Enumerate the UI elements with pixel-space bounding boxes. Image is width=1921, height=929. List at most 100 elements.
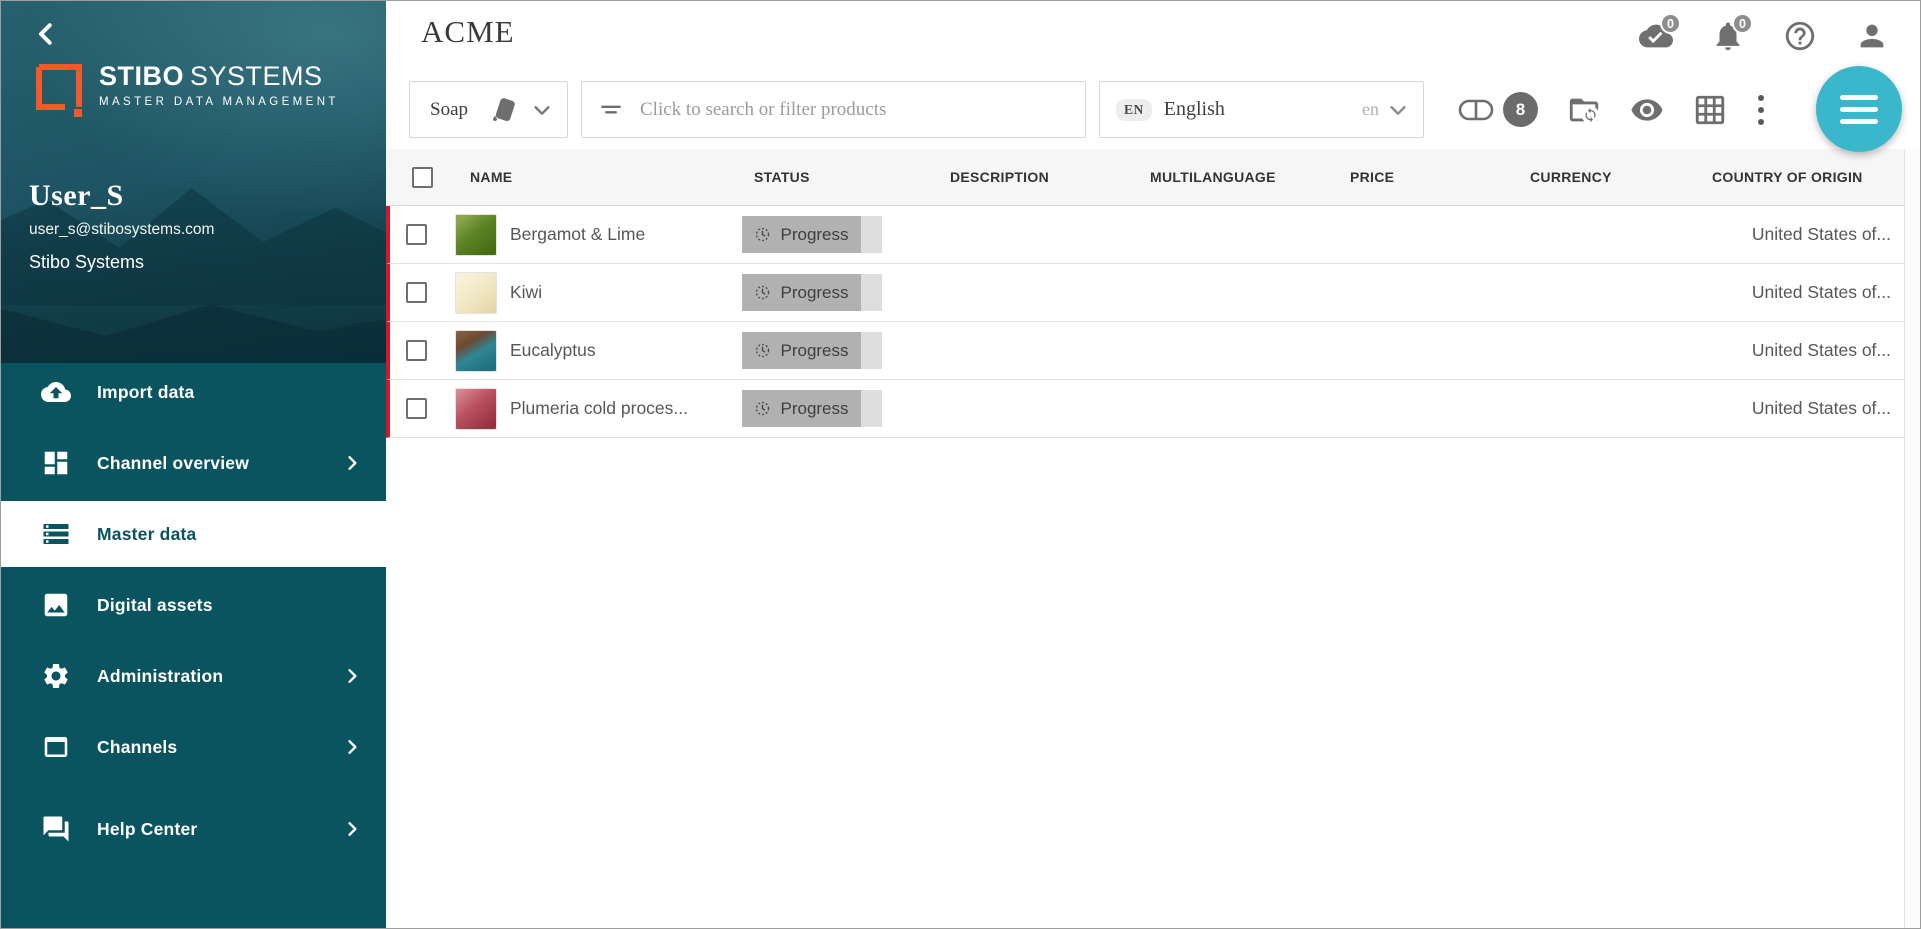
country-cell: United States of... <box>1751 282 1891 302</box>
select-all-cell <box>390 166 442 188</box>
sidebar-item-label: Digital assets <box>97 594 213 615</box>
language-code: en <box>1362 99 1379 119</box>
clock-icon <box>756 401 770 416</box>
help-icon <box>1785 21 1815 51</box>
clock-icon <box>756 227 770 242</box>
status-label: Progress <box>780 224 849 244</box>
row-checkbox[interactable] <box>405 398 427 419</box>
toolbar: Soap EN English en <box>409 81 1920 138</box>
table-row[interactable]: Kiwi Progress United States of... <box>386 264 1904 322</box>
status-label: Progress <box>780 340 849 360</box>
app-window: STIBO SYSTEMS MASTER DATA MANAGEMENT User… <box>0 0 1921 929</box>
language-name: English <box>1163 98 1225 120</box>
basket-count-badge: 8 <box>1503 92 1538 127</box>
cloud-upload-icon <box>41 377 71 407</box>
table-row[interactable]: Bergamot & Lime Progress United States o… <box>386 206 1904 264</box>
column-header-status[interactable]: STATUS <box>729 169 937 185</box>
sidebar-item-channel-overview[interactable]: Channel overview <box>1 434 386 492</box>
hamburger-icon <box>1840 94 1878 100</box>
toolbar-icon-cluster: 8 <box>1458 92 1766 127</box>
chevron-right-icon <box>342 819 362 839</box>
table-header: NAME STATUS DESCRIPTION MULTILANGUAGE PR… <box>386 149 1904 206</box>
chevron-down-icon <box>1390 105 1406 115</box>
product-thumbnail <box>455 387 497 430</box>
product-name: Kiwi <box>510 282 543 302</box>
sidebar-hero-photo: STIBO SYSTEMS MASTER DATA MANAGEMENT User… <box>1 1 386 363</box>
dashboard-icon <box>41 448 71 478</box>
forum-icon <box>41 814 71 844</box>
sidebar-item-import-data[interactable]: Import data <box>1 363 386 421</box>
chevron-right-icon <box>342 666 362 686</box>
column-header-price[interactable]: PRICE <box>1337 169 1517 185</box>
table-body: Bergamot & Lime Progress United States o… <box>386 206 1904 438</box>
language-code-badge: EN <box>1116 98 1152 121</box>
table-row[interactable]: Plumeria cold proces... Progress United … <box>386 380 1904 438</box>
product-name: Bergamot & Lime <box>510 224 646 244</box>
main-menu-fab[interactable] <box>1816 66 1902 152</box>
sidebar-item-label: Master data <box>97 523 197 544</box>
column-header-name[interactable]: NAME <box>442 169 729 185</box>
sidebar-item-channels[interactable]: Channels <box>1 718 386 776</box>
logo-brand-bold: STIBO <box>99 61 185 91</box>
storage-icon <box>41 519 71 549</box>
user-profile-button[interactable] <box>1855 19 1889 53</box>
column-header-country[interactable]: COUNTRY OF ORIGIN <box>1699 169 1904 185</box>
product-name: Eucalyptus <box>510 340 596 360</box>
select-all-checkbox[interactable] <box>412 166 433 188</box>
sidebar-item-digital-assets[interactable]: Digital assets <box>1 576 386 634</box>
sidebar-item-label: Help Center <box>97 818 198 839</box>
web-asset-icon <box>41 732 71 762</box>
logo-tagline: MASTER DATA MANAGEMENT <box>99 96 339 108</box>
user-organization: Stibo Systems <box>29 252 145 272</box>
help-button[interactable] <box>1783 19 1817 53</box>
clock-icon <box>756 343 770 358</box>
main-content: ACME 0 0 Soap Click to search or filter … <box>386 1 1920 928</box>
notifications-button[interactable]: 0 <box>1711 13 1753 53</box>
sidebar-item-help-center[interactable]: Help Center <box>1 800 386 858</box>
sidebar-item-label: Administration <box>97 665 224 686</box>
row-checkbox[interactable] <box>405 340 427 361</box>
vertical-scrollbar[interactable] <box>1904 149 1920 928</box>
chevron-right-icon <box>342 737 362 757</box>
basket-toggle-button[interactable]: 8 <box>1458 92 1538 127</box>
sidebar-item-label: Channel overview <box>97 452 250 473</box>
filter-icon <box>601 105 621 113</box>
user-name: User_S <box>29 179 124 212</box>
chevron-left-icon <box>39 23 52 45</box>
sidebar: STIBO SYSTEMS MASTER DATA MANAGEMENT User… <box>1 1 386 928</box>
table-row[interactable]: Eucalyptus Progress United States of... <box>386 322 1904 380</box>
sidebar-item-label: Import data <box>97 381 195 402</box>
clock-icon <box>756 285 770 300</box>
status-badge: Progress <box>742 216 882 253</box>
row-checkbox[interactable] <box>405 224 427 245</box>
table-view-button[interactable] <box>1693 93 1727 127</box>
soap-icon <box>492 97 515 121</box>
folder-sync-button[interactable] <box>1567 93 1601 127</box>
sidebar-item-master-data[interactable]: Master data <box>1 501 386 567</box>
product-thumbnail <box>455 271 497 314</box>
logo-brand-light: SYSTEMS <box>190 61 323 91</box>
category-select[interactable]: Soap <box>409 81 568 138</box>
status-badge: Progress <box>742 332 882 369</box>
stibo-logo: STIBO SYSTEMS MASTER DATA MANAGEMENT <box>35 61 339 117</box>
row-checkbox[interactable] <box>405 282 427 303</box>
column-header-description[interactable]: DESCRIPTION <box>937 169 1137 185</box>
column-header-multilanguage[interactable]: MULTILANGUAGE <box>1137 169 1337 185</box>
cloud-sync-button[interactable]: 0 <box>1639 13 1681 53</box>
status-badge: Progress <box>742 390 882 427</box>
sidebar-item-administration[interactable]: Administration <box>1 647 386 705</box>
country-cell: United States of... <box>1751 398 1891 418</box>
sidebar-item-label: Channels <box>97 736 178 757</box>
sidebar-nav: Import data Channel overview Master data <box>1 363 386 871</box>
header-icon-cluster: 0 0 <box>1639 13 1889 53</box>
chevron-right-icon <box>342 453 362 473</box>
chevron-down-icon <box>534 105 550 115</box>
folder-sync-icon <box>1569 98 1600 124</box>
column-header-currency[interactable]: CURRENCY <box>1517 169 1699 185</box>
sync-count-badge: 0 <box>1660 13 1681 34</box>
more-options-button[interactable] <box>1756 93 1766 127</box>
language-select[interactable]: EN English en <box>1099 81 1424 138</box>
search-input[interactable] <box>640 98 1069 121</box>
preview-button[interactable] <box>1630 93 1664 127</box>
sidebar-collapse-button[interactable] <box>31 19 61 49</box>
